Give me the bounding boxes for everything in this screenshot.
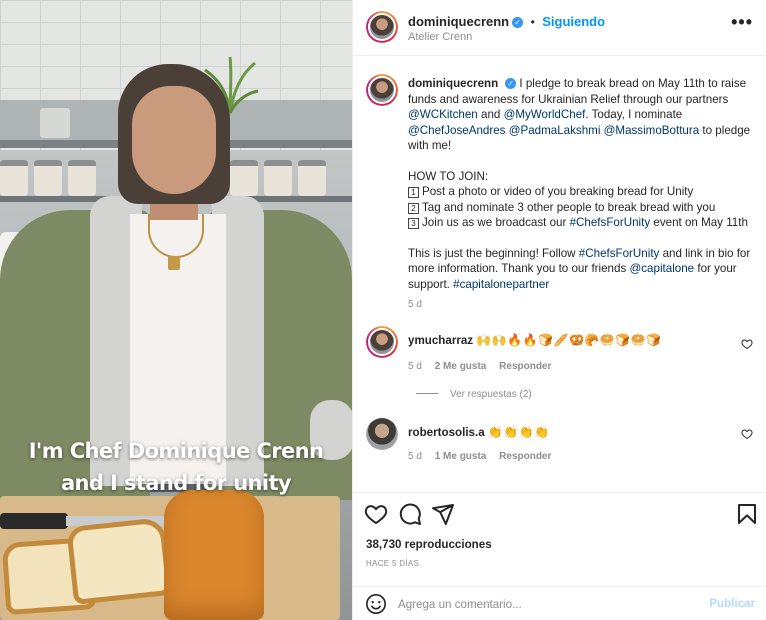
mention-link[interactable]: @WCKitchen	[408, 108, 478, 121]
view-replies-label[interactable]: Ver respuestas (2)	[450, 389, 532, 400]
caption-username[interactable]: dominiquecrenn	[408, 77, 498, 90]
knife-handle	[0, 513, 68, 529]
caption-timestamp[interactable]: 5 d	[408, 299, 422, 310]
publish-button[interactable]: Publicar	[709, 597, 755, 610]
keycap-3-icon: 3	[408, 218, 419, 229]
jar	[34, 160, 62, 196]
jar	[298, 160, 326, 196]
commenter-avatar[interactable]	[366, 326, 398, 358]
step-text: Tag and nominate 3 other people to break…	[422, 200, 716, 214]
verified-badge-icon: ✓	[505, 78, 517, 89]
replies-divider	[416, 393, 438, 394]
like-comment-heart-icon[interactable]	[741, 338, 753, 350]
header-separator: •	[530, 15, 535, 29]
comment-item: robertosolis.a 👏👏👏👏 5 d 1 Me gusta Respo…	[353, 418, 766, 474]
jar	[264, 160, 292, 196]
bread-slice	[66, 517, 172, 605]
commenter-avatar[interactable]	[366, 418, 398, 450]
hashtag-link[interactable]: #ChefsForUnity	[579, 247, 660, 260]
step-text: Post a photo or video of you breaking br…	[422, 185, 694, 198]
post-video[interactable]: I'm Chef Dominique Crenn and I stand for…	[0, 0, 352, 620]
keycap-2-icon: 2	[408, 202, 419, 214]
mention-link[interactable]: @ChefJoseAndres	[408, 124, 505, 137]
video-caption-line-1: I'm Chef Dominique Crenn	[28, 439, 324, 463]
jar	[68, 160, 96, 196]
following-button[interactable]: Siguiendo	[542, 14, 605, 29]
caption-text: This is just the beginning! Follow	[408, 246, 576, 260]
post-location[interactable]: Atelier Crenn	[408, 31, 472, 43]
keycap-1-icon: 1	[408, 187, 419, 198]
post-date: HACE 5 DÍAS	[366, 559, 420, 568]
mention-link[interactable]: @MyWorldChef	[504, 108, 586, 121]
hashtag-link[interactable]: #capitalonepartner	[453, 278, 549, 291]
mention-link[interactable]: @MassimoBottura	[604, 124, 700, 137]
plant-pot	[40, 108, 70, 138]
commenter-username[interactable]: ymucharraz	[408, 334, 473, 347]
author-avatar[interactable]	[366, 11, 398, 43]
post-caption: dominiquecrenn ✓ I pledge to break bread …	[408, 76, 753, 307]
comment-time[interactable]: 5 d	[408, 361, 422, 372]
caption-text: . Today, I nominate	[585, 108, 683, 121]
reply-button[interactable]: Responder	[499, 451, 551, 462]
comment-bubble-icon[interactable]	[398, 502, 422, 526]
comment-time[interactable]: 5 d	[408, 451, 422, 462]
comment-likes[interactable]: 2 Me gusta	[435, 361, 487, 372]
comment-text: 👏👏👏👏	[487, 425, 550, 439]
emoji-smiley-icon[interactable]	[365, 593, 387, 615]
jar	[230, 160, 258, 196]
mention-link[interactable]: @PadmaLakshmi	[509, 124, 601, 137]
step-text: Join us as we broadcast our	[422, 216, 567, 229]
post-header: dominiquecrenn ✓ • Siguiendo Atelier Cren…	[353, 0, 766, 56]
save-bookmark-icon[interactable]	[735, 502, 759, 526]
share-paper-plane-icon[interactable]	[431, 502, 455, 526]
comment-input[interactable]	[398, 592, 698, 616]
commenter-username[interactable]: robertosolis.a	[408, 426, 485, 439]
author-username[interactable]: dominiquecrenn	[408, 14, 509, 29]
verified-badge-icon: ✓	[512, 17, 524, 28]
caption-avatar[interactable]	[366, 74, 398, 106]
comment-item: ymucharraz 🙌🙌🔥🔥🍞🥖🥨🥐🥯🍞🥯🍞 5 d 2 Me gusta R…	[353, 326, 766, 382]
view-count[interactable]: 38,730 reproducciones	[366, 538, 492, 551]
comment-likes[interactable]: 1 Me gusta	[435, 451, 487, 462]
like-heart-icon[interactable]	[364, 502, 388, 526]
more-options-icon[interactable]: •••	[731, 12, 753, 33]
bread-loaf	[164, 490, 264, 620]
step-text: event on May 11th	[653, 216, 748, 229]
pendant	[168, 256, 180, 270]
add-comment-bar: Publicar	[353, 586, 766, 620]
mention-link[interactable]: @capitalone	[629, 262, 694, 275]
how-to-join-title: HOW TO JOIN:	[408, 169, 489, 183]
face	[132, 86, 216, 194]
like-comment-heart-icon[interactable]	[741, 428, 753, 440]
jar	[0, 160, 28, 196]
view-replies[interactable]: Ver respuestas (2)	[416, 389, 532, 400]
caption-text: and	[481, 108, 501, 121]
video-caption-line-2: and I stand for unity	[60, 471, 292, 495]
comment-text: 🙌🙌🔥🔥🍞🥖🥨🥐🥯🍞🥯🍞	[476, 333, 662, 347]
hashtag-link[interactable]: #ChefsForUnity	[570, 216, 651, 229]
reply-button[interactable]: Responder	[499, 361, 551, 372]
post-panel: dominiquecrenn ✓ • Siguiendo Atelier Cren…	[352, 0, 766, 620]
